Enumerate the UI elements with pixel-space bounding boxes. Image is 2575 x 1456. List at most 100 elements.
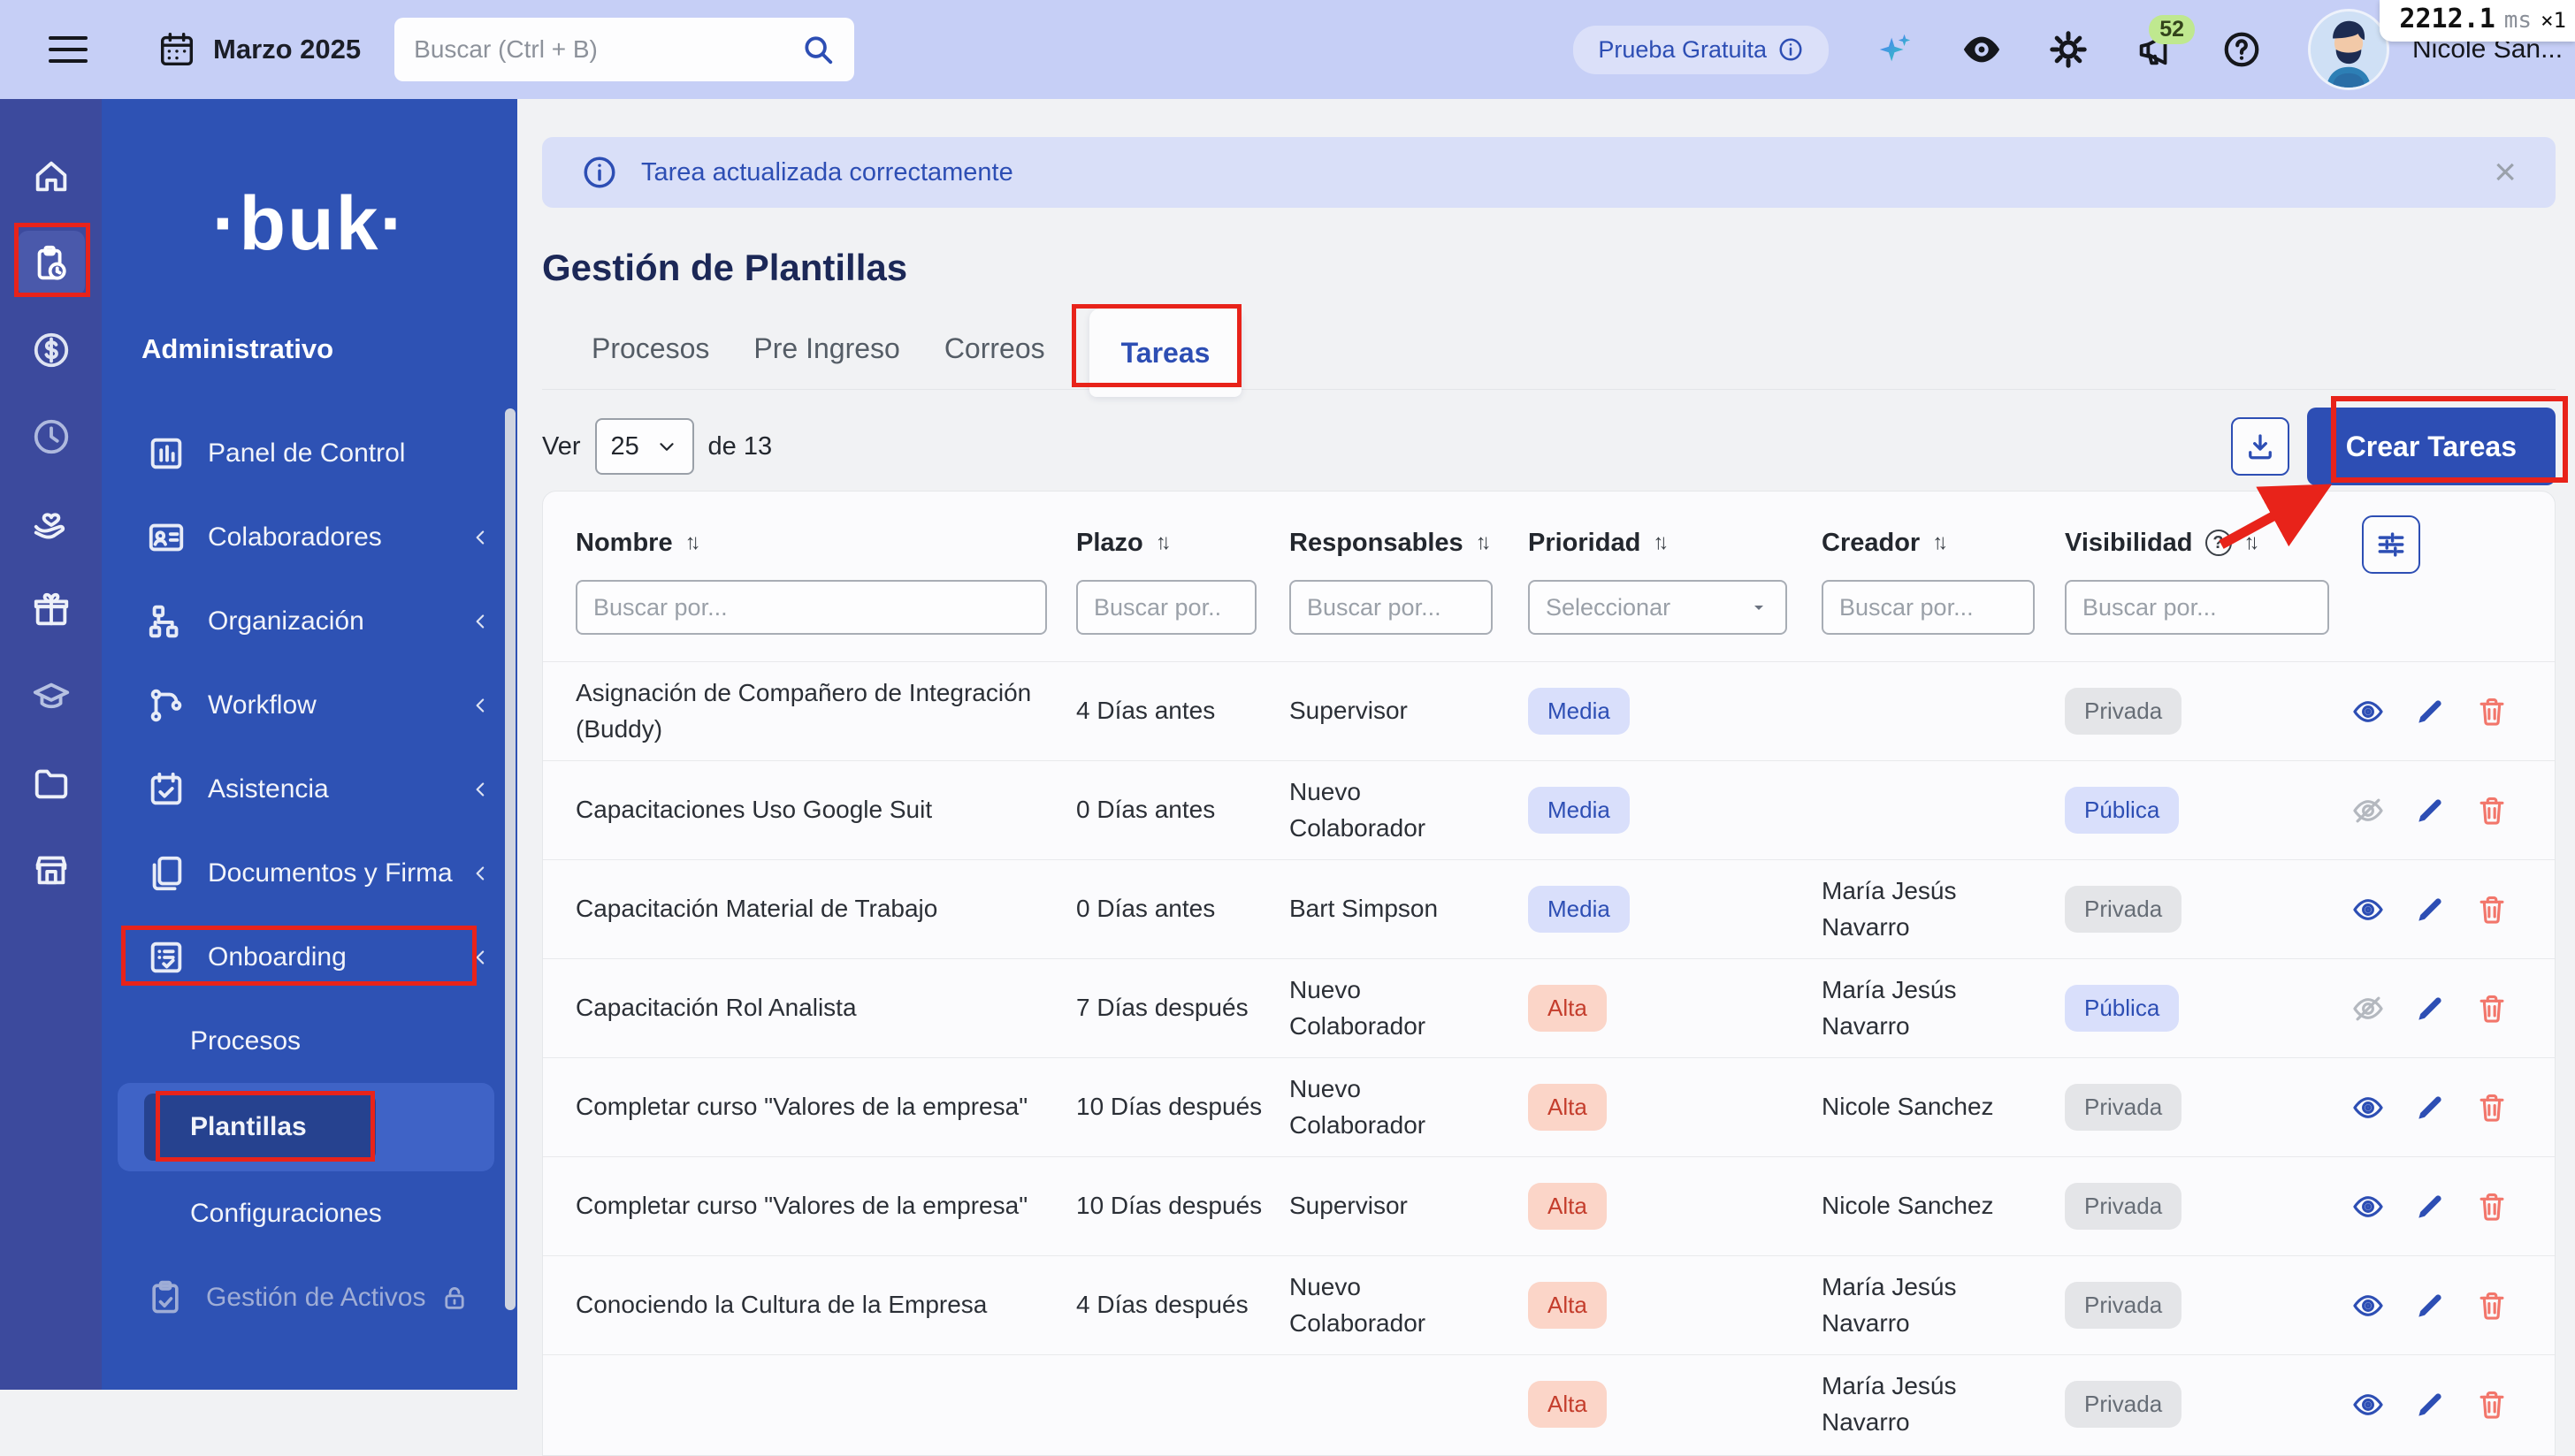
tab-procesos[interactable]: Procesos — [592, 309, 709, 389]
delete-icon[interactable] — [2475, 992, 2509, 1025]
sort-icon[interactable]: ↑↓ — [1156, 530, 1166, 555]
sidebar-item-gestion-de-activos[interactable]: Gestión de Activos — [102, 1255, 517, 1339]
table-row[interactable]: Conociendo la Cultura de la Empresa 4 Dí… — [543, 1255, 2555, 1354]
visibility-eye-icon[interactable] — [1961, 29, 2002, 70]
view-icon[interactable] — [2351, 695, 2385, 728]
edit-icon[interactable] — [2413, 794, 2447, 827]
delete-icon[interactable] — [2475, 893, 2509, 926]
rail-payroll-icon[interactable] — [0, 307, 102, 393]
view-hidden-icon[interactable] — [2351, 992, 2385, 1025]
delete-icon[interactable] — [2475, 794, 2509, 827]
rail-home-icon[interactable] — [0, 133, 102, 220]
view-icon[interactable] — [2351, 1190, 2385, 1223]
task-name: Capacitaciones Uso Google Suit — [576, 780, 1076, 841]
filter-visibilidad-input[interactable] — [2065, 580, 2329, 635]
sidebar-item-asistencia[interactable]: Asistencia — [102, 747, 517, 831]
announcements-megaphone-icon[interactable]: 52 — [2135, 29, 2175, 70]
download-button[interactable] — [2231, 417, 2289, 476]
sidebar-subitem-procesos[interactable]: Procesos — [102, 999, 517, 1083]
hamburger-menu-icon[interactable] — [49, 36, 88, 63]
sidebar-scrollbar[interactable] — [505, 408, 516, 1310]
filter-prioridad-select[interactable]: Seleccionar — [1528, 580, 1787, 635]
sidebar-subitem-plantillas[interactable]: Plantillas — [144, 1094, 376, 1161]
sidebar-item-workflow[interactable]: Workflow — [102, 663, 517, 747]
sort-icon[interactable]: ↑↓ — [2244, 530, 2255, 555]
sidebar-item-colaboradores[interactable]: Colaboradores — [102, 495, 517, 579]
sort-icon[interactable]: ↑↓ — [1476, 530, 1486, 555]
priority-badge: Alta — [1528, 1282, 1607, 1330]
banner-close-icon[interactable]: × — [2494, 153, 2517, 192]
sidebar-item-panel-de-control[interactable]: Panel de Control — [102, 411, 517, 495]
view-icon[interactable] — [2351, 1091, 2385, 1124]
view-icon[interactable] — [2351, 1388, 2385, 1422]
task-responsible: Nuevo Colaborador — [1289, 960, 1528, 1056]
sidebar: ·buk· Administrativo Panel de Control Co… — [102, 99, 517, 1390]
visibility-help-icon[interactable]: ? — [2205, 530, 2232, 556]
col-nombre-label: Nombre — [576, 529, 673, 558]
rail-training-icon[interactable] — [0, 653, 102, 740]
table-row[interactable]: Asignación de Compañero de Integración (… — [543, 661, 2555, 760]
view-icon[interactable] — [2351, 893, 2385, 926]
global-search[interactable] — [394, 18, 854, 81]
table-row[interactable]: Capacitaciones Uso Google Suit 0 Días an… — [543, 760, 2555, 859]
task-deadline: 10 Días después — [1076, 1176, 1289, 1237]
perf-unit: ms — [2504, 7, 2532, 34]
edit-icon[interactable] — [2413, 1388, 2447, 1422]
view-icon[interactable] — [2351, 1289, 2385, 1323]
sort-icon[interactable]: ↑↓ — [685, 530, 696, 555]
search-input[interactable] — [414, 35, 801, 64]
filter-responsables-input[interactable] — [1289, 580, 1493, 635]
trial-badge[interactable]: Prueba Gratuita — [1573, 26, 1829, 74]
sidebar-item-onboarding[interactable]: Onboarding — [102, 915, 517, 999]
tab-pre-ingreso[interactable]: Pre Ingreso — [753, 309, 899, 389]
table-row[interactable]: Capacitación Rol Analista 7 Días después… — [543, 958, 2555, 1057]
page-size-select[interactable]: 25 — [595, 418, 694, 475]
sort-icon[interactable]: ↑↓ — [1932, 530, 1943, 555]
column-settings-button[interactable] — [2362, 515, 2420, 574]
calendar-icon[interactable] — [157, 29, 197, 70]
visibility-badge: Privada — [2065, 688, 2181, 736]
edit-icon[interactable] — [2413, 695, 2447, 728]
delete-icon[interactable] — [2475, 1388, 2509, 1422]
create-tasks-button[interactable]: Crear Tareas — [2307, 408, 2556, 485]
rail-benefits-icon[interactable] — [0, 480, 102, 567]
sidebar-item-organizacion[interactable]: Organización — [102, 579, 517, 663]
period-label[interactable]: Marzo 2025 — [213, 34, 361, 65]
filter-creador-input[interactable] — [1822, 580, 2035, 635]
edit-icon[interactable] — [2413, 1190, 2447, 1223]
table-row[interactable]: Alta María Jesús Navarro Privada — [543, 1354, 2555, 1453]
tab-correos[interactable]: Correos — [944, 309, 1045, 389]
search-icon[interactable] — [801, 33, 835, 66]
delete-icon[interactable] — [2475, 695, 2509, 728]
table-row[interactable]: Capacitación Material de Trabajo 0 Días … — [543, 859, 2555, 958]
view-hidden-icon[interactable] — [2351, 794, 2385, 827]
rail-onboarding-icon[interactable] — [0, 220, 102, 307]
edit-icon[interactable] — [2413, 1289, 2447, 1323]
priority-badge: Alta — [1528, 1381, 1607, 1429]
rail-company-icon[interactable] — [0, 827, 102, 913]
edit-icon[interactable] — [2413, 893, 2447, 926]
filter-plazo-input[interactable] — [1076, 580, 1257, 635]
filter-nombre-input[interactable] — [576, 580, 1047, 635]
rail-gifts-icon[interactable] — [0, 567, 102, 653]
rail-documents-icon[interactable] — [0, 740, 102, 827]
table-row[interactable]: Completar curso "Valores de la empresa" … — [543, 1156, 2555, 1255]
help-icon[interactable] — [2221, 29, 2262, 70]
sidebar-item-label: Gestión de Activos — [206, 1283, 425, 1313]
delete-icon[interactable] — [2475, 1289, 2509, 1323]
user-avatar[interactable] — [2308, 9, 2389, 90]
ai-sparkle-icon[interactable] — [1875, 29, 1915, 70]
table-row[interactable]: Completar curso "Valores de la empresa" … — [543, 1057, 2555, 1156]
delete-icon[interactable] — [2475, 1190, 2509, 1223]
edit-icon[interactable] — [2413, 992, 2447, 1025]
delete-icon[interactable] — [2475, 1091, 2509, 1124]
task-creator: Nicole Sanchez — [1822, 1077, 2065, 1138]
rail-time-icon[interactable] — [0, 393, 102, 480]
perf-multiplier: ×1 — [2541, 8, 2566, 33]
sidebar-item-documentos-y-firma[interactable]: Documentos y Firma — [102, 831, 517, 915]
tab-tareas[interactable]: Tareas — [1089, 309, 1242, 397]
sidebar-subitem-configuraciones[interactable]: Configuraciones — [102, 1171, 517, 1255]
settings-gear-icon[interactable] — [2048, 29, 2089, 70]
edit-icon[interactable] — [2413, 1091, 2447, 1124]
sort-icon[interactable]: ↑↓ — [1653, 530, 1663, 555]
